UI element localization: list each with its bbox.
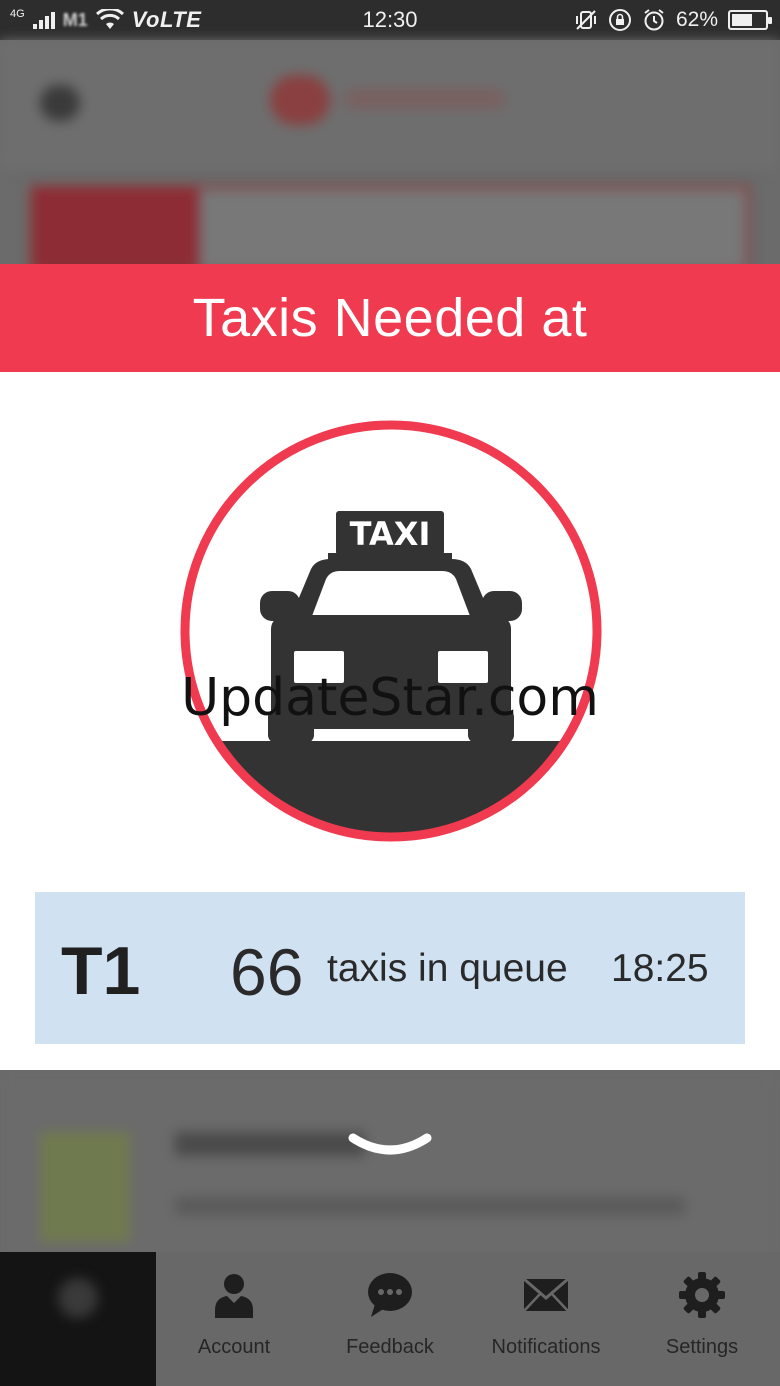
- background-header: [0, 40, 780, 170]
- terminal-label: T1: [61, 933, 141, 1009]
- alarm-icon: [644, 9, 664, 31]
- bottom-nav: Account Feedback Notifications Settings: [0, 1252, 780, 1386]
- taxi-sign-text: TAXI: [350, 515, 431, 553]
- battery-fill: [732, 14, 752, 26]
- app-screen: 4G M1 VoLTE 12:30 62% Account Feedback N…: [0, 0, 780, 1386]
- taxi-queue-popup: Taxis Needed at TAXI T1 66 taxis in queu…: [0, 264, 780, 1070]
- queue-status-box: T1 66 taxis in queue 18:25: [35, 892, 745, 1044]
- popup-header: Taxis Needed at: [0, 264, 780, 372]
- nav-feedback-label: Feedback: [346, 1336, 434, 1358]
- background-list-item: [0, 1072, 780, 1272]
- nav-account-label: Account: [197, 1336, 271, 1358]
- rotation-lock-icon: [608, 9, 631, 31]
- status-right: 62%: [574, 6, 772, 34]
- status-bar: 4G M1 VoLTE 12:30 62%: [0, 0, 780, 40]
- nav-notifications[interactable]: Notifications: [468, 1252, 624, 1386]
- background-logo: [270, 75, 510, 125]
- envelope-icon: [523, 1277, 569, 1312]
- nav-settings[interactable]: Settings: [624, 1252, 780, 1386]
- collapse-chevron-icon[interactable]: [347, 1132, 433, 1162]
- taxi-emblem-icon: TAXI: [180, 420, 602, 842]
- nav-settings-label: Settings: [665, 1336, 739, 1358]
- nav-notifications-label: Notifications: [491, 1336, 601, 1358]
- popup-title: Taxis Needed at: [192, 288, 588, 348]
- home-icon: [58, 1278, 98, 1318]
- battery-icon: [728, 10, 772, 30]
- person-icon: [215, 1274, 253, 1318]
- background-card: [30, 185, 750, 275]
- chat-bubble-icon: [368, 1273, 412, 1317]
- nav-home[interactable]: [0, 1252, 156, 1386]
- nav-account[interactable]: Account: [156, 1252, 312, 1386]
- vibrate-icon: [575, 10, 596, 30]
- queue-label: taxis in queue: [327, 947, 568, 990]
- battery-percent: 62%: [675, 8, 718, 31]
- queue-time: 18:25: [611, 947, 709, 990]
- taxi-count: 66: [230, 935, 304, 1009]
- background-menu-icon: [40, 85, 80, 121]
- gear-icon: [679, 1272, 725, 1318]
- nav-feedback[interactable]: Feedback: [312, 1252, 468, 1386]
